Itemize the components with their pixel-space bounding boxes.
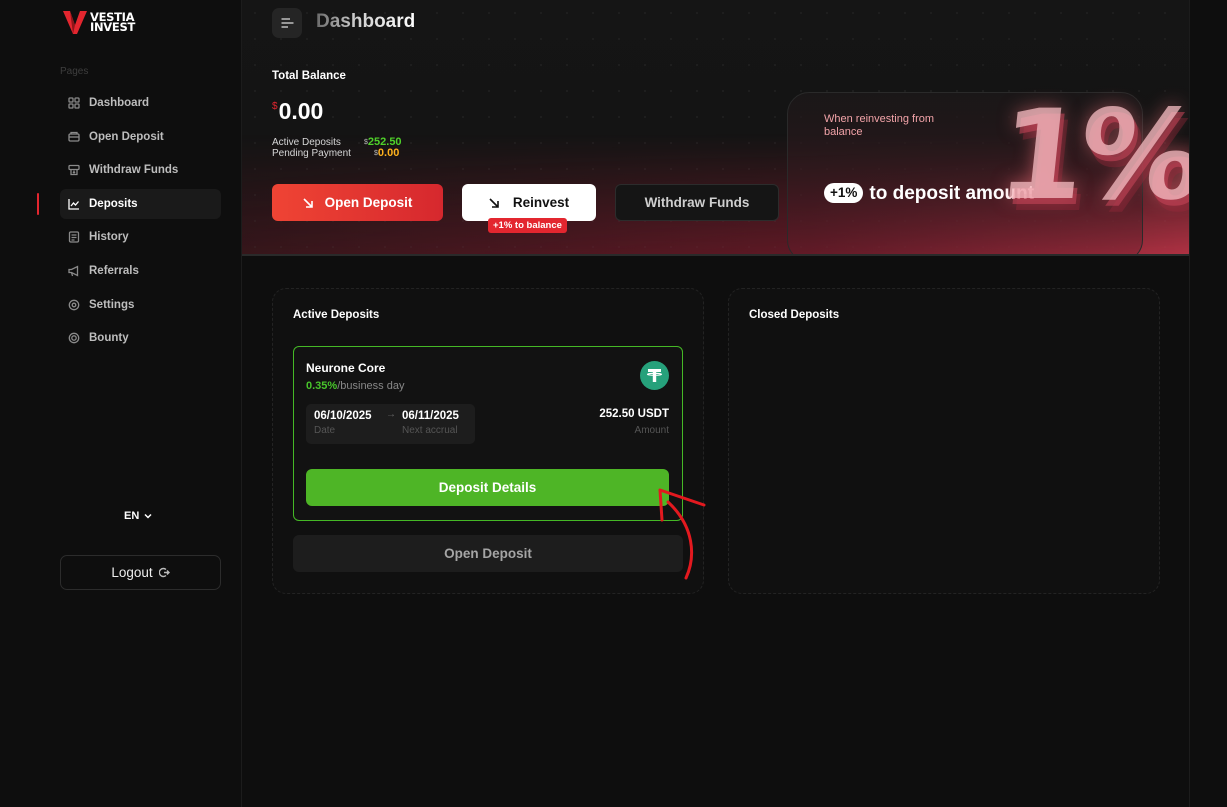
brand-logo[interactable]: VESTIA INVEST <box>62 9 135 35</box>
sidebar: VESTIA INVEST Pages Dashboard Open Depos… <box>0 0 242 807</box>
right-gutter <box>1189 0 1227 807</box>
menu-toggle-button[interactable] <box>272 8 302 38</box>
withdraw-icon <box>68 165 80 176</box>
page-title: Dashboard <box>316 11 416 32</box>
brand-wordmark: VESTIA INVEST <box>90 11 135 34</box>
currency-symbol: $ <box>272 101 278 112</box>
total-balance-value: 0.00 <box>278 98 324 124</box>
arrow-down-right-icon <box>489 197 499 208</box>
hamburger-icon <box>281 18 293 28</box>
pending-payment-label: Pending Payment <box>272 148 351 159</box>
pending-payment-row: Pending Payment $0.00 <box>272 148 402 160</box>
active-deposits-panel: Active Deposits Neurone Core 0.35%/busin… <box>272 288 704 594</box>
open-deposit-secondary-button[interactable]: Open Deposit <box>293 535 683 572</box>
open-deposit-button[interactable]: Open Deposit <box>272 184 443 221</box>
deposit-amount: 252.50 USDT Amount <box>599 408 669 436</box>
deposit-plan-name: Neurone Core <box>306 361 386 375</box>
sidebar-item-label: Referrals <box>89 264 139 277</box>
pending-payment-value: $0.00 <box>374 148 399 159</box>
next-accrual-label: Next accrual <box>402 425 458 436</box>
logout-label: Logout <box>111 565 153 580</box>
logout-button[interactable]: Logout <box>60 555 221 590</box>
next-accrual-value: 06/11/2025 <box>402 410 459 422</box>
brand-line-2: INVEST <box>90 20 135 34</box>
start-date-value: 06/10/2025 <box>314 410 372 422</box>
deposit-rate: 0.35%/business day <box>306 380 404 392</box>
balance-stats: Active Deposits $252.50 Pending Payment … <box>272 137 402 160</box>
logout-icon <box>158 567 170 578</box>
chart-line-icon <box>68 198 79 210</box>
reinvest-bonus-badge: +1% to balance <box>488 218 567 233</box>
sidebar-item-label: History <box>89 231 129 244</box>
dashboard-header: Dashboard Total Balance $ 0.00 Active De… <box>242 0 1189 256</box>
deposit-card: Neurone Core 0.35%/business day 06/10/20… <box>293 346 683 521</box>
document-icon <box>68 231 80 244</box>
tether-usdt-icon <box>640 361 669 390</box>
start-date-label: Date <box>314 425 336 436</box>
reinvest-button[interactable]: Reinvest <box>462 184 596 221</box>
active-deposits-title: Active Deposits <box>293 309 380 321</box>
promo-big-percent: 1% <box>991 84 1189 228</box>
language-code: EN <box>124 510 140 522</box>
sidebar-item-history[interactable]: History <box>60 222 221 252</box>
sidebar-item-label: Withdraw Funds <box>89 164 179 177</box>
logo-mark-icon <box>63 11 87 34</box>
annotation-arrow-icon <box>658 488 706 580</box>
target-icon <box>68 332 80 344</box>
arrow-down-right-icon <box>303 197 313 208</box>
wallet-icon <box>68 131 80 142</box>
sidebar-item-deposits[interactable]: Deposits <box>37 188 221 219</box>
gear-icon <box>68 299 80 310</box>
sidebar-item-label: Settings <box>89 298 135 311</box>
grid-icon <box>68 97 80 109</box>
open-deposit-label: Open Deposit <box>324 195 413 210</box>
sidebar-item-bounty[interactable]: Bounty <box>60 323 221 353</box>
nav-section-label: Pages <box>60 66 89 77</box>
deposit-dates: 06/10/2025 Date → 06/11/2025 Next accrua… <box>306 404 475 444</box>
withdraw-funds-button[interactable]: Withdraw Funds <box>615 184 779 221</box>
language-selector[interactable]: EN <box>124 510 152 522</box>
total-balance: $ 0.00 <box>272 98 323 125</box>
sidebar-item-settings[interactable]: Settings <box>60 290 221 320</box>
sidebar-item-label: Bounty <box>89 332 129 345</box>
megaphone-icon <box>68 265 79 277</box>
sidebar-item-label: Dashboard <box>89 97 150 109</box>
sidebar-item-referrals[interactable]: Referrals <box>60 256 221 286</box>
deposit-amount-label: Amount <box>634 425 669 436</box>
deposit-amount-value: 252.50 USDT <box>599 408 669 420</box>
total-balance-label: Total Balance <box>272 70 346 82</box>
sidebar-item-dashboard[interactable]: Dashboard <box>60 88 221 118</box>
pending-payment-amount: 0.00 <box>377 147 400 159</box>
closed-deposits-panel: Closed Deposits <box>728 288 1160 594</box>
sidebar-item-label: Deposits <box>89 197 138 210</box>
active-deposits-label: Active Deposits <box>272 137 341 148</box>
sidebar-item-label: Open Deposit <box>89 130 164 143</box>
deposit-rate-unit: /business day <box>337 380 405 392</box>
chevron-down-icon <box>144 513 152 519</box>
deposit-start-date: 06/10/2025 Date <box>314 410 372 436</box>
deposit-rate-value: 0.35% <box>306 380 338 392</box>
sidebar-item-withdraw-funds[interactable]: Withdraw Funds <box>60 155 221 185</box>
sidebar-nav: Dashboard Open Deposit Withdraw Funds De… <box>37 88 221 357</box>
deposit-details-button[interactable]: Deposit Details <box>306 469 669 506</box>
tether-glyph-icon <box>646 369 663 382</box>
arrow-right-icon: → <box>386 409 396 420</box>
reinvest-label: Reinvest <box>512 195 570 210</box>
promo-pill: +1% <box>824 183 864 203</box>
app-root: VESTIA INVEST Pages Dashboard Open Depos… <box>0 0 1227 807</box>
sidebar-item-open-deposit[interactable]: Open Deposit <box>60 122 221 152</box>
closed-deposits-title: Closed Deposits <box>749 309 840 321</box>
deposit-next-accrual: 06/11/2025 Next accrual <box>402 410 459 436</box>
promo-note: When reinvesting from balance <box>824 113 935 138</box>
